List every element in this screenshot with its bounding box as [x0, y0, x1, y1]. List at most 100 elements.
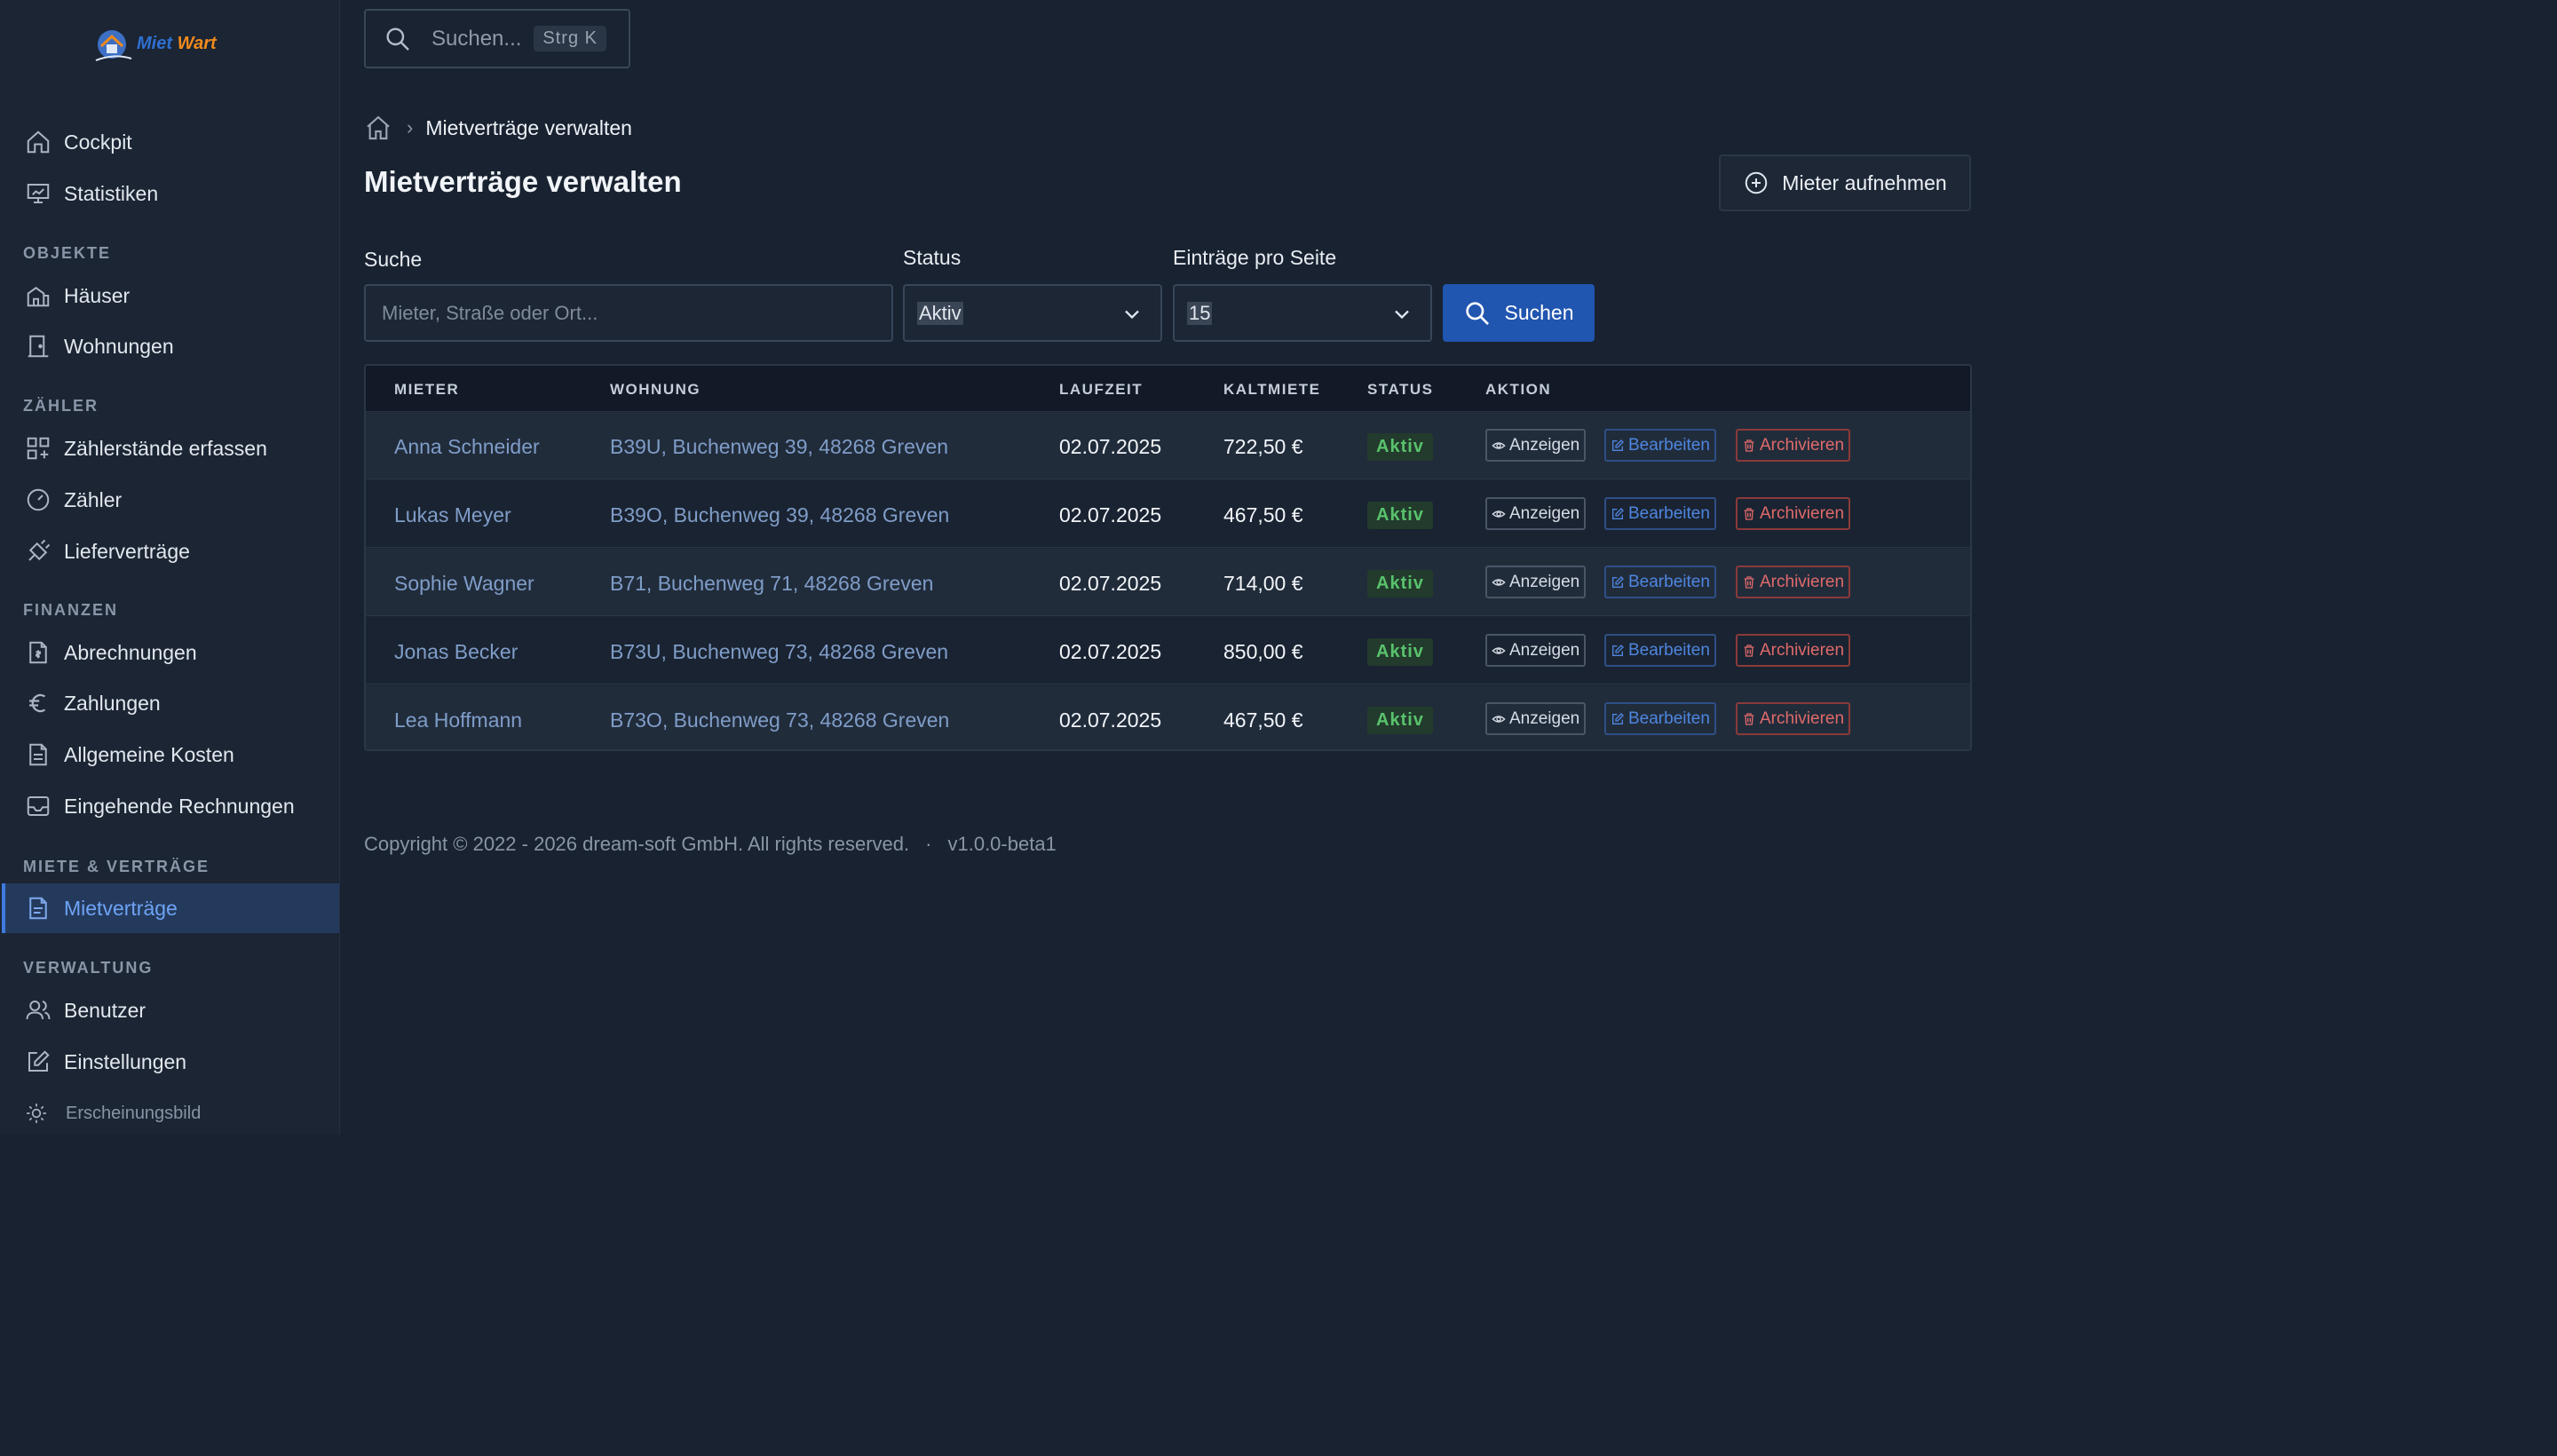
- trash-icon: [1744, 644, 1754, 657]
- gauge-icon: [27, 488, 50, 511]
- per-page-label: Einträge pro Seite: [1173, 246, 1337, 269]
- archive-button-label: Archivieren: [1760, 572, 1845, 591]
- sidebar-item-zahlungen[interactable]: Zahlungen: [2, 678, 339, 728]
- sidebar-item-label: Mietverträge: [64, 896, 178, 920]
- sidebar-item-erscheinungsbild[interactable]: Erscheinungsbild: [2, 1088, 339, 1138]
- view-button[interactable]: Anzeigen: [1485, 566, 1587, 598]
- home-icon[interactable]: [364, 114, 392, 142]
- eye-icon: [1492, 715, 1506, 723]
- sidebar-item-label: Zähler: [64, 487, 123, 511]
- unit-link[interactable]: B39O, Buchenweg 39, 48268 Greven: [610, 503, 949, 527]
- sidebar-item-label: Eingehende Rechnungen: [64, 794, 295, 818]
- sidebar-item-label: Allgemeine Kosten: [64, 742, 234, 766]
- edit-icon: [28, 1050, 50, 1072]
- tenant-link[interactable]: Lukas Meyer: [394, 503, 511, 527]
- edit-button[interactable]: Bearbeiten: [1604, 497, 1716, 530]
- chevron-down-icon: [1395, 310, 1409, 320]
- plus-circle-icon: [1746, 171, 1768, 194]
- status-badge: Aktiv: [1367, 433, 1433, 461]
- unit-link[interactable]: B39U, Buchenweg 39, 48268 Greven: [610, 435, 948, 459]
- edit-button[interactable]: Bearbeiten: [1604, 634, 1716, 667]
- search-input-placeholder: Mieter, Straße oder Ort...: [382, 301, 598, 324]
- document-icon: [29, 743, 47, 766]
- unit-link[interactable]: B71, Buchenweg 71, 48268 Greven: [610, 572, 933, 596]
- view-button[interactable]: Anzeigen: [1485, 702, 1587, 735]
- status-badge: Aktiv: [1367, 502, 1433, 529]
- door-icon: [28, 335, 49, 358]
- view-button-label: Anzeigen: [1509, 435, 1580, 455]
- sidebar-item-label: Einstellungen: [64, 1049, 187, 1073]
- logo-house-icon: [95, 30, 132, 61]
- archive-button[interactable]: Archivieren: [1736, 566, 1851, 598]
- tenant-link[interactable]: Anna Schneider: [394, 435, 540, 459]
- archive-button[interactable]: Archivieren: [1736, 702, 1851, 735]
- global-search[interactable]: Suchen... Strg K: [364, 9, 630, 68]
- sidebar-item-zaehler[interactable]: Zähler: [2, 475, 339, 525]
- sidebar-item-label: Statistiken: [64, 181, 159, 205]
- contract-start: 02.07.2025: [1059, 572, 1162, 595]
- edit-button[interactable]: Bearbeiten: [1604, 429, 1716, 462]
- view-button[interactable]: Anzeigen: [1485, 497, 1587, 530]
- view-button-label: Anzeigen: [1509, 708, 1580, 728]
- sidebar-item-zaehlerstaende-erfassen[interactable]: Zählerstände erfassen: [2, 423, 339, 473]
- unit-link[interactable]: B73O, Buchenweg 73, 48268 Greven: [610, 708, 949, 732]
- base-rent: 467,50 €: [1223, 503, 1303, 526]
- view-button[interactable]: Anzeigen: [1485, 429, 1587, 462]
- sidebar-item-cockpit[interactable]: Cockpit: [2, 117, 339, 167]
- view-button[interactable]: Anzeigen: [1485, 634, 1587, 667]
- contract-start: 02.07.2025: [1059, 708, 1162, 732]
- app-logo[interactable]: Miet Wart: [92, 21, 234, 73]
- edit-icon: [1612, 575, 1624, 588]
- search-icon: [386, 27, 409, 51]
- view-button-label: Anzeigen: [1509, 640, 1580, 660]
- sidebar-item-abrechnungen[interactable]: Abrechnungen: [2, 628, 339, 677]
- sidebar-item-label: Erscheinungsbild: [66, 1103, 202, 1123]
- keyboard-shortcut-badge: Strg K: [534, 26, 606, 51]
- sidebar-item-mietvertraege[interactable]: Mietverträge: [2, 883, 339, 933]
- sidebar-item-einstellungen[interactable]: Einstellungen: [2, 1037, 339, 1087]
- sidebar-item-label: Zahlungen: [64, 691, 161, 715]
- archive-button[interactable]: Archivieren: [1736, 429, 1851, 462]
- edit-icon: [1612, 507, 1624, 519]
- edit-button[interactable]: Bearbeiten: [1604, 702, 1716, 735]
- grid-plus-icon: [27, 437, 50, 460]
- sidebar-item-label: Lieferverträge: [64, 539, 190, 563]
- unit-link[interactable]: B73U, Buchenweg 73, 48268 Greven: [610, 640, 948, 664]
- sidebar-item-wohnungen[interactable]: Wohnungen: [2, 321, 339, 371]
- view-button-label: Anzeigen: [1509, 503, 1580, 523]
- eye-icon: [1492, 510, 1506, 518]
- tenant-link[interactable]: Lea Hoffmann: [394, 708, 522, 732]
- search-input[interactable]: Mieter, Straße oder Ort...: [364, 284, 893, 342]
- edit-button-label: Bearbeiten: [1628, 503, 1710, 523]
- archive-button[interactable]: Archivieren: [1736, 634, 1851, 667]
- add-tenant-button[interactable]: Mieter aufnehmen: [1719, 154, 1971, 211]
- trash-icon: [1744, 439, 1754, 452]
- sidebar-item-statistiken[interactable]: Statistiken: [2, 169, 339, 218]
- sidebar-item-allgemeine-kosten[interactable]: Allgemeine Kosten: [2, 730, 339, 779]
- search-button[interactable]: Suchen: [1443, 284, 1595, 342]
- sidebar-item-liefervertraege[interactable]: Lieferverträge: [2, 526, 339, 576]
- edit-button-label: Bearbeiten: [1628, 572, 1710, 591]
- plug-icon: [28, 539, 51, 561]
- invoice-icon: [29, 641, 47, 664]
- table-row: Jonas Becker B73U, Buchenweg 73, 48268 G…: [366, 617, 1970, 684]
- base-rent: 722,50 €: [1223, 435, 1303, 458]
- sidebar-item-label: Benutzer: [64, 998, 146, 1022]
- tenant-link[interactable]: Sophie Wagner: [394, 572, 534, 596]
- euro-icon: [29, 693, 46, 713]
- sidebar-item-benutzer[interactable]: Benutzer: [2, 985, 339, 1035]
- per-page-select[interactable]: 15: [1173, 284, 1432, 342]
- sidebar-item-haeuser[interactable]: Häuser: [2, 271, 339, 320]
- archive-button-label: Archivieren: [1760, 435, 1845, 455]
- status-badge: Aktiv: [1367, 707, 1433, 734]
- trash-icon: [1744, 507, 1754, 520]
- status-select[interactable]: Aktiv: [903, 284, 1162, 342]
- status-label: Status: [903, 246, 962, 269]
- archive-button[interactable]: Archivieren: [1736, 497, 1851, 530]
- edit-button[interactable]: Bearbeiten: [1604, 566, 1716, 598]
- sidebar-item-eingehende-rechnungen[interactable]: Eingehende Rechnungen: [2, 781, 339, 831]
- trash-icon: [1744, 712, 1754, 725]
- tenant-link[interactable]: Jonas Becker: [394, 640, 518, 664]
- search-label: Suche: [364, 248, 423, 271]
- section-heading-verwaltung: VERWALTUNG: [23, 959, 154, 977]
